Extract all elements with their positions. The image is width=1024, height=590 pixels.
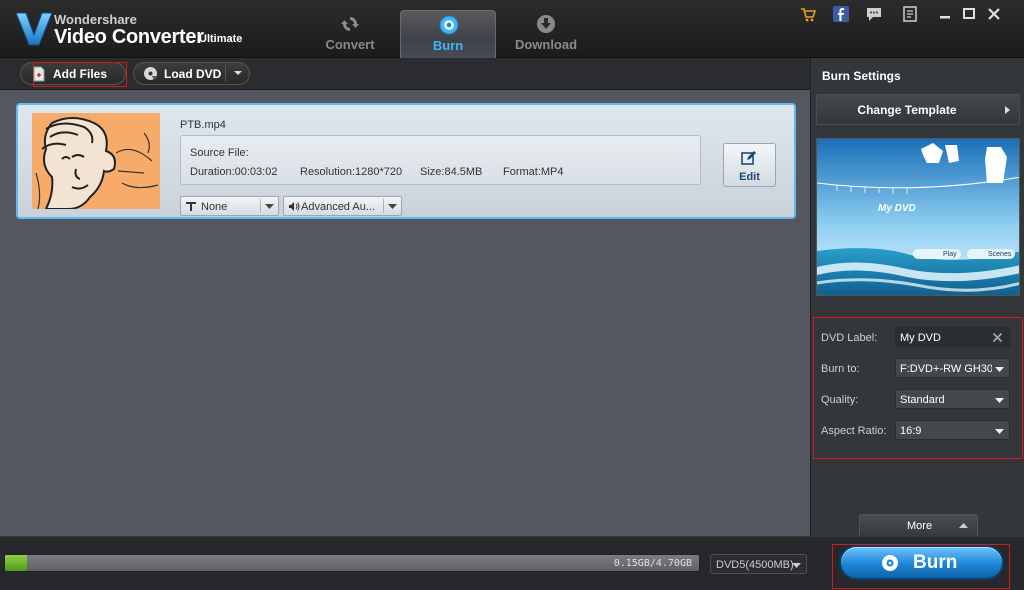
minimize-icon[interactable]: [936, 5, 954, 23]
burn-to-label: Burn to:: [821, 363, 860, 375]
chevron-up-icon: [959, 523, 968, 528]
file-item[interactable]: PTB.mp4 Source File: Duration:00:03:02 R…: [16, 103, 796, 219]
source-file-info: Source File: Duration:00:03:02 Resolutio…: [180, 135, 701, 185]
capacity-fill: [5, 555, 28, 571]
quality-label: Quality:: [821, 394, 859, 406]
disc-type-select[interactable]: DVD5(4500MB): [710, 554, 807, 574]
more-button[interactable]: More: [859, 514, 978, 536]
brand-name: Wondershare: [54, 12, 137, 27]
chevron-down-icon[interactable]: [233, 68, 243, 78]
product-name: Video Converter: [54, 26, 204, 48]
source-file-label: Source File:: [190, 147, 249, 159]
close-icon[interactable]: [985, 5, 1003, 23]
chevron-down-icon: [995, 367, 1004, 372]
burn-to-row: Burn to: F:DVD+-RW GH30N: [814, 358, 1022, 380]
divider: [225, 65, 226, 82]
edit-label: Edit: [739, 171, 760, 183]
capacity-text: 0.15GB/4.70GB: [613, 558, 692, 569]
template-preview-image-icon: [817, 139, 1019, 295]
preview-scenes-label: Scenes: [988, 251, 1012, 258]
clear-icon[interactable]: [992, 332, 1003, 343]
register-icon[interactable]: [901, 5, 919, 23]
burn-label: Burn: [913, 552, 958, 573]
subtitle-value: None: [201, 201, 228, 213]
subtitle-dropdown[interactable]: None: [180, 196, 279, 216]
duration-value: Duration:00:03:02: [190, 166, 278, 178]
bottom-bar: 0.15GB/4.70GB DVD5(4500MB) Burn: [0, 536, 1024, 590]
product-edition: Ultimate: [199, 33, 243, 45]
divider: [383, 199, 384, 213]
aspect-ratio-label: Aspect Ratio:: [821, 425, 887, 437]
refresh-icon: [341, 17, 359, 31]
facebook-icon[interactable]: [832, 5, 850, 23]
format-value: Format:MP4: [503, 166, 564, 178]
add-files-button[interactable]: Add Files: [20, 62, 127, 87]
file-list-area: PTB.mp4 Source File: Duration:00:03:02 R…: [0, 90, 810, 536]
burn-button[interactable]: Burn: [839, 545, 1004, 580]
burn-to-value: F:DVD+-RW GH30N: [900, 363, 992, 375]
burn-to-select[interactable]: F:DVD+-RW GH30N: [895, 358, 1010, 378]
disc-type-value: DVD5(4500MB): [716, 559, 794, 571]
preview-title: My DVD: [878, 203, 916, 214]
chevron-down-icon: [792, 563, 801, 568]
burn-settings-panel: Burn Settings Change Template My DVD Pla…: [810, 58, 1024, 536]
toolbar: Add Files Load DVD: [0, 58, 810, 90]
maximize-icon[interactable]: [960, 5, 978, 23]
aspect-ratio-select[interactable]: 16:9: [895, 420, 1010, 440]
load-dvd-label: Load DVD: [164, 67, 222, 81]
file-name: PTB.mp4: [180, 119, 226, 131]
chevron-down-icon: [995, 429, 1004, 434]
chevron-down-icon: [388, 204, 397, 209]
app-logo-icon: [15, 12, 53, 46]
add-files-label: Add Files: [53, 67, 108, 81]
change-template-button[interactable]: Change Template: [816, 94, 1020, 125]
download-icon: [537, 15, 555, 33]
load-dvd-button[interactable]: Load DVD: [133, 62, 250, 85]
edit-button[interactable]: Edit: [723, 143, 776, 187]
tab-download[interactable]: Download: [498, 10, 594, 58]
text-icon: [186, 202, 196, 211]
add-file-icon: [33, 66, 45, 82]
audio-value: Advanced Au...: [301, 201, 375, 213]
chevron-down-icon: [265, 204, 274, 209]
audio-dropdown[interactable]: Advanced Au...: [283, 196, 402, 216]
disc-capacity-bar: 0.15GB/4.70GB: [4, 554, 700, 572]
title-bar: Wondershare Video Converter Ultimate Con…: [0, 0, 1024, 58]
template-preview[interactable]: My DVD Play Scenes: [816, 138, 1020, 296]
size-value: Size:84.5MB: [420, 166, 483, 178]
more-label: More: [907, 520, 933, 532]
tab-label: Download: [514, 37, 578, 52]
aspect-ratio-value: 16:9: [900, 425, 922, 437]
tab-label: Convert: [325, 37, 375, 52]
thumbnail-sketch-icon: [32, 113, 160, 209]
resolution-value: Resolution:1280*720: [300, 166, 403, 178]
tab-burn[interactable]: Burn: [400, 10, 496, 58]
edit-icon: [741, 151, 756, 165]
video-thumbnail[interactable]: [32, 113, 160, 209]
quality-value: Standard: [900, 394, 945, 406]
aspect-ratio-row: Aspect Ratio: 16:9: [814, 420, 1022, 442]
divider: [260, 199, 261, 213]
disc-icon: [882, 555, 898, 571]
dvd-label-input[interactable]: My DVD: [895, 327, 1010, 347]
speaker-icon: [289, 202, 300, 211]
chevron-right-icon: [1005, 106, 1010, 114]
chevron-down-icon: [995, 398, 1004, 403]
tab-label: Burn: [432, 38, 464, 53]
cart-icon[interactable]: [799, 5, 817, 23]
dvd-label-label: DVD Label:: [821, 332, 878, 344]
quality-row: Quality: Standard: [814, 389, 1022, 411]
burn-settings-title: Burn Settings: [822, 69, 901, 83]
dvd-label-row: DVD Label: My DVD: [814, 327, 1022, 349]
disc-icon: [439, 15, 459, 35]
quality-select[interactable]: Standard: [895, 389, 1010, 409]
dvd-label-value: My DVD: [900, 332, 941, 344]
change-template-label: Change Template: [857, 103, 957, 117]
burn-settings-form: DVD Label: My DVD Burn to: F:DVD+-RW GH3…: [813, 317, 1023, 459]
dvd-disc-icon: [144, 67, 157, 80]
chat-icon[interactable]: [865, 5, 883, 23]
preview-play-label: Play: [943, 251, 957, 258]
tab-convert[interactable]: Convert: [302, 10, 398, 58]
